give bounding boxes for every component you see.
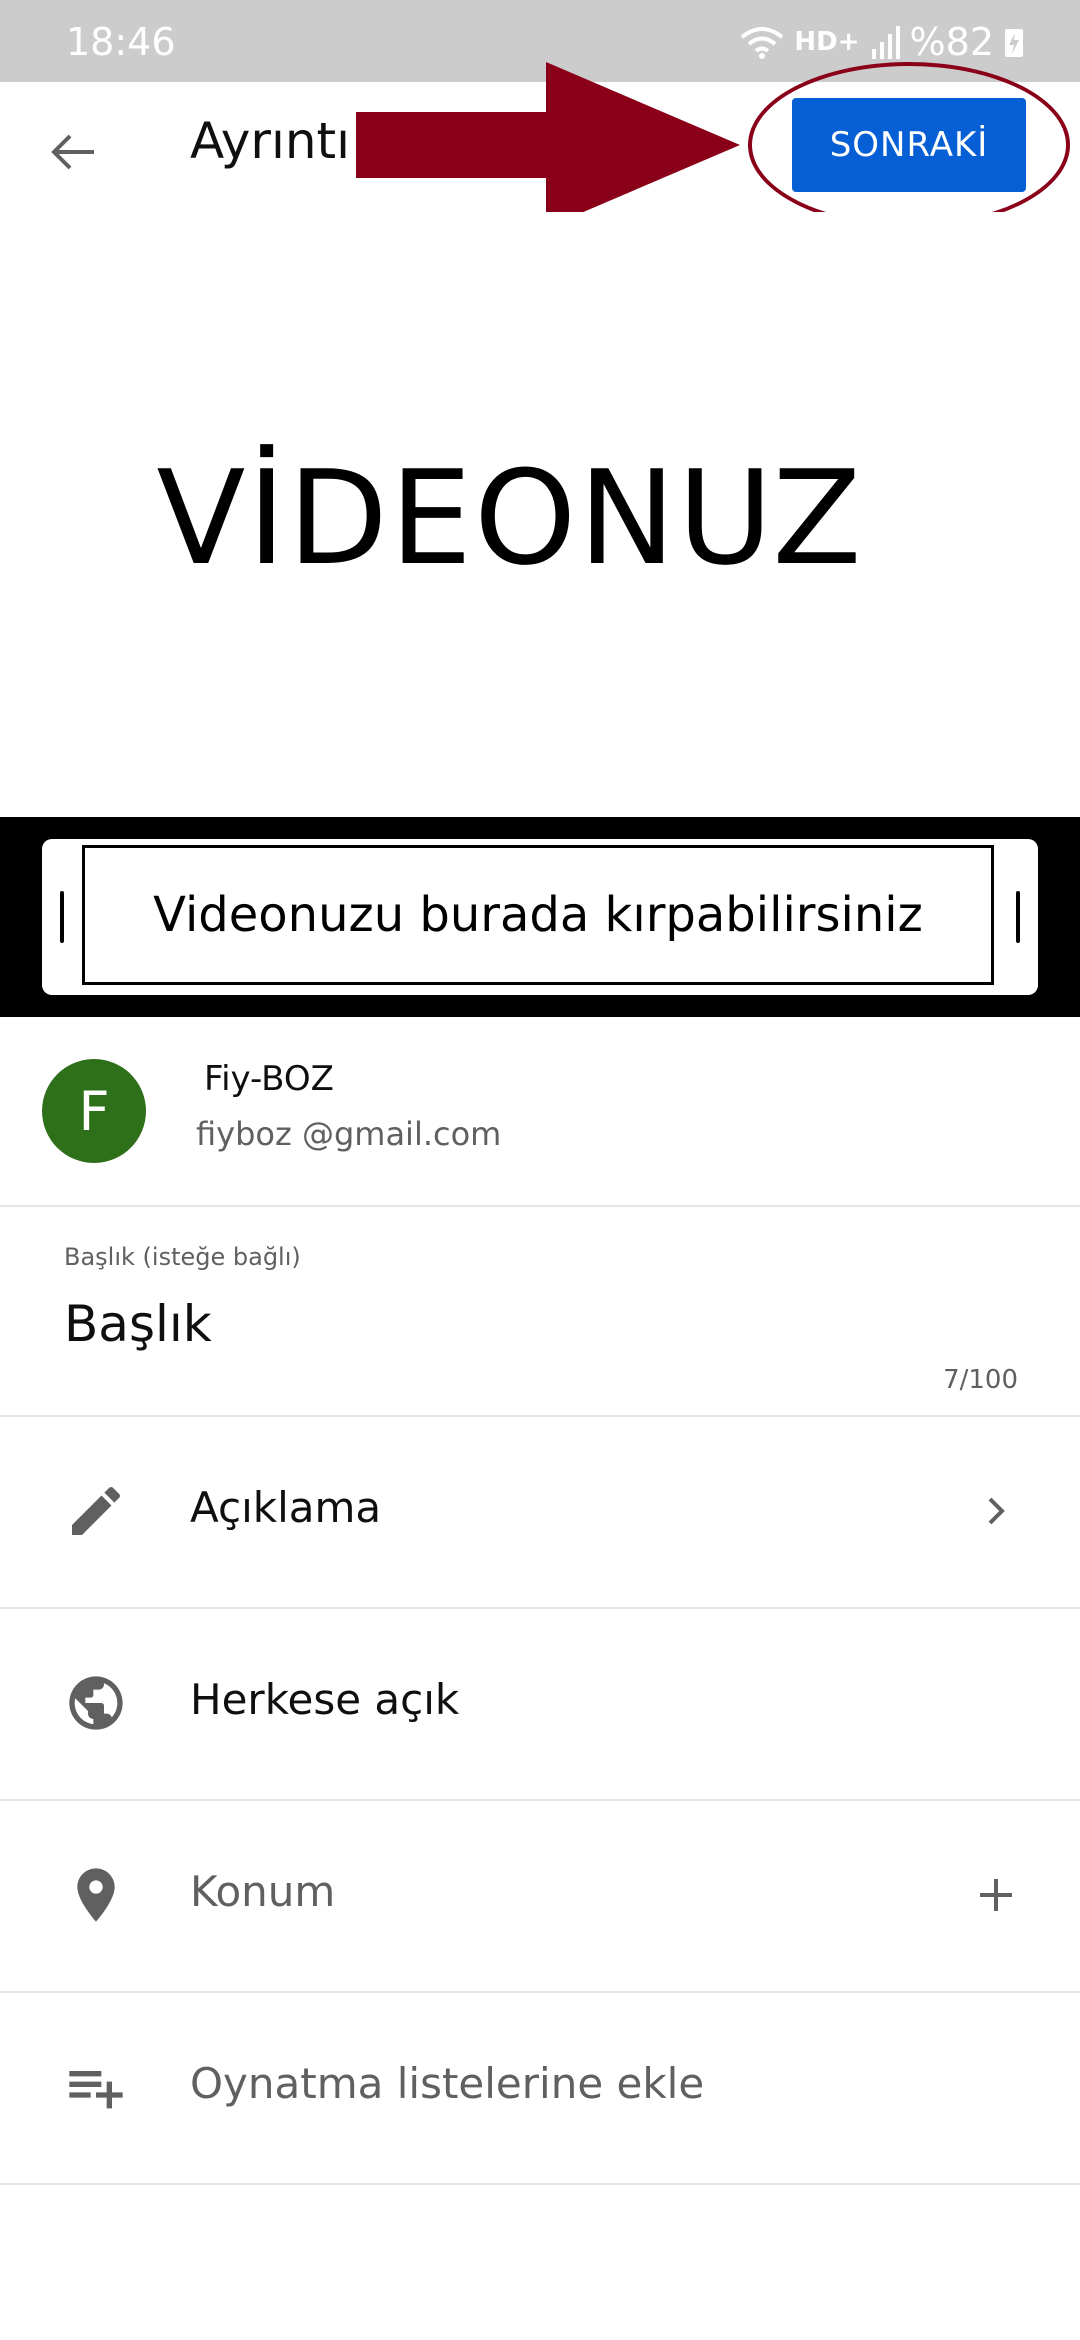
status-time: 18:46 <box>66 20 176 64</box>
playlist-label: Oynatma listelerine ekle <box>190 2059 705 2108</box>
video-preview[interactable]: VİDEONUZ <box>0 212 1080 817</box>
title-field[interactable]: Başlık (isteğe bağlı) Başlık 7/100 <box>0 1207 1080 1417</box>
trim-handle-left[interactable] <box>60 891 64 943</box>
trim-bar[interactable]: Videonuzu burada kırpabilirsiniz <box>0 817 1080 1017</box>
title-input[interactable]: Başlık <box>64 1295 212 1353</box>
signal-icon <box>871 26 900 59</box>
account-name: Fiy-BOZ <box>204 1059 334 1099</box>
playlist-row[interactable]: Oynatma listelerine ekle <box>0 1993 1080 2185</box>
description-label: Açıklama <box>190 1483 382 1532</box>
account-info: F Fiy-BOZ fiyboz @gmail.com <box>0 1017 1080 1207</box>
status-icons: HD+ %82 <box>740 20 1024 64</box>
page-title: Ayrıntı <box>190 112 351 170</box>
battery-charging-icon <box>1005 29 1023 57</box>
trim-selection: Videonuzu burada kırpabilirsiniz <box>82 845 994 985</box>
annotation-arrow-icon <box>356 62 740 228</box>
location-row[interactable]: Konum <box>0 1801 1080 1993</box>
network-type: HD+ <box>794 27 860 57</box>
title-char-counter: 7/100 <box>943 1365 1018 1395</box>
title-field-label: Başlık (isteğe bağlı) <box>64 1243 301 1271</box>
description-row[interactable]: Açıklama <box>0 1417 1080 1609</box>
playlist-add-icon <box>69 2071 123 2109</box>
globe-icon <box>69 1676 123 1730</box>
annotation-highlight-circle <box>748 62 1070 228</box>
location-pin-icon <box>77 1868 115 1922</box>
account-email: fiyboz @gmail.com <box>196 1115 502 1153</box>
chevron-right-icon <box>988 1497 1005 1525</box>
plus-icon[interactable] <box>968 1867 1024 1923</box>
trim-handle-right[interactable] <box>1016 891 1020 943</box>
visibility-label: Herkese açık <box>190 1675 460 1724</box>
video-preview-text: VİDEONUZ <box>156 442 864 594</box>
pencil-icon <box>72 1486 121 1535</box>
battery-percent: %82 <box>909 20 994 64</box>
back-arrow-icon[interactable] <box>44 122 104 182</box>
visibility-row[interactable]: Herkese açık <box>0 1609 1080 1801</box>
avatar: F <box>42 1059 146 1163</box>
location-label: Konum <box>190 1867 336 1916</box>
wifi-icon <box>741 27 784 59</box>
trim-frame[interactable]: Videonuzu burada kırpabilirsiniz <box>42 839 1038 995</box>
